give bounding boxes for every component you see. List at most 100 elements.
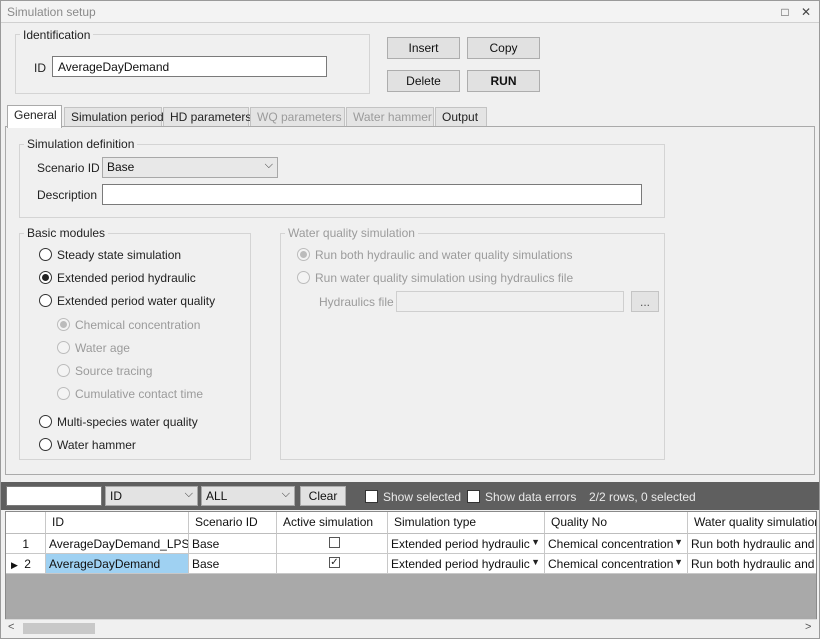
tab-output[interactable]: Output [435, 107, 487, 127]
simulations-table: ID Scenario ID Active simulation Simulat… [5, 511, 817, 635]
filter-scope-value: ALL [206, 489, 228, 503]
show-selected-label: Show selected [383, 490, 462, 504]
table-body: ID Scenario ID Active simulation Simulat… [6, 512, 816, 616]
cumulative-contact-time-label: Cumulative contact time [75, 387, 204, 401]
quality-no-value: Chemical concentration [548, 537, 674, 551]
simulation-definition-group [19, 144, 665, 218]
run-button[interactable]: RUN [467, 70, 540, 92]
run-both-radio [297, 248, 310, 261]
basic-modules-label: Basic modules [24, 226, 109, 240]
active-simulation-checkbox[interactable] [329, 537, 340, 548]
tab-general[interactable]: General [7, 105, 62, 128]
scroll-right-icon[interactable]: > [805, 621, 811, 633]
water-age-radio [57, 341, 70, 354]
table-cell-simulation-type[interactable]: Extended period hydraulic ▼ [388, 534, 545, 554]
water-age-label: Water age [75, 341, 130, 355]
filter-field-select[interactable]: ID ⌵ [105, 486, 198, 506]
row-number-value: 2 [24, 557, 31, 571]
close-icon[interactable]: ✕ [798, 4, 814, 20]
table-cell-quality-no[interactable]: Chemical concentration ▼ [545, 534, 688, 554]
quality-no-value: Chemical concentration [548, 557, 674, 571]
insert-button[interactable]: Insert [387, 37, 460, 59]
steady-state-radio[interactable] [39, 248, 52, 261]
scenario-id-label: Scenario ID [37, 161, 100, 175]
id-label: ID [34, 61, 46, 75]
table-cell-scenario[interactable]: Base [189, 534, 277, 554]
id-input[interactable] [52, 56, 327, 77]
description-label: Description [37, 188, 98, 202]
title-bar: Simulation setup □ ✕ [1, 1, 819, 23]
table-cell-quality-no[interactable]: Chemical concentration ▼ [545, 554, 688, 574]
filter-search-input[interactable] [6, 486, 102, 506]
dropdown-arrow-icon[interactable]: ▼ [531, 537, 540, 547]
scenario-id-select[interactable]: Base ⌵ [102, 157, 278, 178]
scrollbar-thumb[interactable] [23, 623, 95, 634]
table-cell-id[interactable]: AverageDayDemand_LPS_1 [46, 534, 189, 554]
row-number[interactable]: ▶ 2 [6, 554, 46, 574]
source-tracing-radio [57, 364, 70, 377]
dropdown-arrow-icon[interactable]: ▼ [674, 537, 683, 547]
description-input[interactable] [102, 184, 642, 205]
chemical-concentration-radio [57, 318, 70, 331]
column-header-scenario-id[interactable]: Scenario ID [189, 512, 277, 534]
extended-period-water-quality-label: Extended period water quality [57, 294, 216, 308]
multi-species-label: Multi-species water quality [57, 415, 198, 429]
column-header-quality-no[interactable]: Quality No [545, 512, 688, 534]
scroll-left-icon[interactable]: < [8, 621, 14, 633]
horizontal-scrollbar[interactable]: < > [5, 619, 817, 636]
extended-period-water-quality-radio[interactable] [39, 294, 52, 307]
column-header-id[interactable]: ID [46, 512, 189, 534]
show-selected-checkbox[interactable] [365, 490, 378, 503]
table-cell-simulation-type[interactable]: Extended period hydraulic ▼ [388, 554, 545, 574]
column-header-simulation-type[interactable]: Simulation type [388, 512, 545, 534]
dropdown-arrow-icon[interactable]: ▼ [674, 557, 683, 567]
browse-button: ... [631, 291, 659, 312]
multi-species-radio[interactable] [39, 415, 52, 428]
scenario-id-value: Base [107, 160, 135, 174]
table-cell-wq-simulation[interactable]: Run both hydraulic and wa [688, 554, 816, 574]
delete-button[interactable]: Delete [387, 70, 460, 92]
chemical-concentration-label: Chemical concentration [75, 318, 201, 332]
run-wq-hydraulics-file-radio [297, 271, 310, 284]
chevron-down-icon: ⌵ [281, 488, 290, 500]
water-hammer-label: Water hammer [57, 438, 136, 452]
table-cell-active[interactable] [277, 534, 388, 554]
table-cell-wq-simulation[interactable]: Run both hydraulic and wa [688, 534, 816, 554]
cumulative-contact-time-radio [57, 387, 70, 400]
simulation-type-value: Extended period hydraulic [391, 557, 530, 571]
hydraulics-file-input [396, 291, 624, 312]
extended-period-hydraulic-radio[interactable] [39, 271, 52, 284]
active-simulation-checkbox[interactable]: ✓ [329, 557, 340, 568]
simulation-definition-label: Simulation definition [24, 137, 138, 151]
dropdown-arrow-icon[interactable]: ▼ [531, 557, 540, 567]
steady-state-label: Steady state simulation [57, 248, 182, 262]
run-both-label: Run both hydraulic and water quality sim… [315, 248, 573, 262]
filter-scope-select[interactable]: ALL ⌵ [201, 486, 295, 506]
table-cell-id[interactable]: AverageDayDemand [46, 554, 189, 574]
tab-hd-parameters[interactable]: HD parameters [163, 107, 251, 127]
column-header-wq-simulation[interactable]: Water quality simulation t [688, 512, 816, 534]
chevron-down-icon: ⌵ [264, 159, 273, 171]
chevron-down-icon: ⌵ [184, 488, 193, 500]
tab-simulation-period[interactable]: Simulation period [64, 107, 164, 127]
simulation-type-value: Extended period hydraulic [391, 537, 530, 551]
source-tracing-label: Source tracing [75, 364, 153, 378]
extended-period-hydraulic-label: Extended period hydraulic [57, 271, 196, 285]
show-data-errors-label: Show data errors [485, 490, 577, 504]
show-data-errors-checkbox[interactable] [467, 490, 480, 503]
identification-group-label: Identification [20, 28, 94, 42]
run-wq-hydraulics-file-label: Run water quality simulation using hydra… [315, 271, 574, 285]
water-quality-group [280, 233, 665, 460]
row-number[interactable]: 1 [6, 534, 46, 554]
tab-wq-parameters: WQ parameters [250, 107, 345, 127]
simulation-setup-window: Simulation setup □ ✕ Identification ID I… [0, 0, 820, 639]
filter-field-value: ID [110, 489, 122, 503]
table-cell-scenario[interactable]: Base [189, 554, 277, 574]
column-header-active-simulation[interactable]: Active simulation [277, 512, 388, 534]
hydraulics-file-label: Hydraulics file [319, 295, 394, 309]
restore-icon[interactable]: □ [777, 4, 793, 20]
water-hammer-radio[interactable] [39, 438, 52, 451]
table-cell-active[interactable]: ✓ [277, 554, 388, 574]
copy-button[interactable]: Copy [467, 37, 540, 59]
clear-button[interactable]: Clear [300, 486, 346, 506]
